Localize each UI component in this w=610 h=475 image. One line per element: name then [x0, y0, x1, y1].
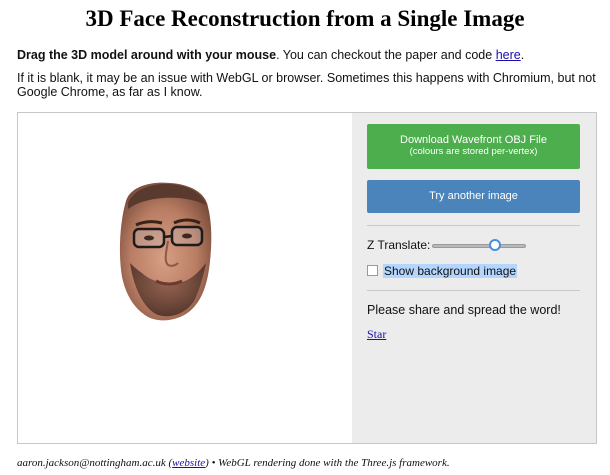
author-email: aaron.jackson@nottingham.ac.uk: [17, 457, 166, 469]
page-title: 3D Face Reconstruction from a Single Ima…: [85, 6, 525, 31]
viewer-panel: Download Wavefront OBJ File (colours are…: [17, 112, 597, 444]
show-background-checkbox[interactable]: [367, 265, 378, 276]
z-translate-slider[interactable]: [432, 239, 526, 251]
divider: [367, 290, 580, 291]
slider-track[interactable]: [432, 244, 526, 248]
paper-code-link[interactable]: here: [496, 48, 521, 62]
download-obj-sublabel: (colours are stored per-vertex): [409, 146, 538, 157]
intro-end: .: [520, 48, 525, 62]
divider: [367, 225, 580, 226]
download-obj-label: Download Wavefront OBJ File: [400, 134, 547, 146]
star-link[interactable]: Star: [367, 327, 386, 342]
controls-sidebar: Download Wavefront OBJ File (colours are…: [352, 113, 596, 443]
try-another-image-button[interactable]: Try another image: [367, 180, 580, 213]
footer: aaron.jackson@nottingham.ac.uk (website)…: [17, 457, 450, 469]
show-background-label[interactable]: Show background image: [383, 264, 518, 278]
intro-bold-text: Drag the 3D model around with your mouse: [17, 48, 277, 62]
slider-thumb[interactable]: [489, 239, 502, 251]
share-text: Please share and spread the word!: [367, 303, 561, 317]
3d-viewport[interactable]: [18, 113, 352, 443]
show-background-row[interactable]: Show background image: [367, 264, 518, 278]
download-obj-button[interactable]: Download Wavefront OBJ File (colours are…: [367, 124, 580, 169]
website-link[interactable]: website: [172, 457, 205, 469]
footer-text: • WebGL rendering done with the Three.js…: [208, 457, 450, 469]
face-model[interactable]: [18, 113, 352, 443]
z-translate-label: Z Translate:: [367, 238, 431, 252]
intro-paragraph: Drag the 3D model around with your mouse…: [17, 47, 597, 63]
webgl-note: If it is blank, it may be an issue with …: [17, 71, 596, 99]
intro-text: . You can checkout the paper and code: [276, 48, 496, 62]
